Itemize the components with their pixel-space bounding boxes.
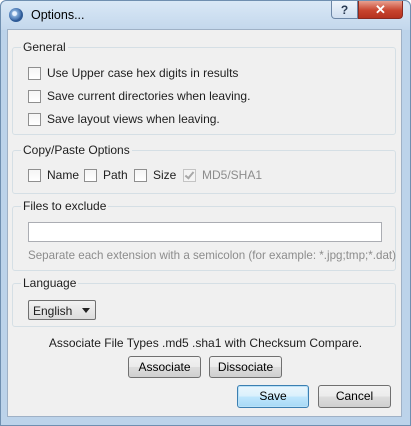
uppercase-hex-checkbox[interactable] bbox=[28, 66, 41, 80]
save-directories-checkbox[interactable] bbox=[28, 89, 41, 103]
copy-md5-checkbox bbox=[183, 168, 196, 182]
save-directories-option[interactable]: Save current directories when leaving. bbox=[28, 88, 250, 104]
exclude-group-label: Files to exclude bbox=[21, 199, 109, 213]
copy-md5-option: MD5/SHA1 bbox=[183, 167, 262, 183]
copy-path-label: Path bbox=[103, 168, 128, 182]
copy-size-label: Size bbox=[153, 168, 177, 182]
uppercase-hex-label: Use Upper case hex digits in results bbox=[47, 66, 239, 80]
associate-button[interactable]: Associate bbox=[128, 356, 201, 378]
exclude-hint: Separate each extension with a semicolon… bbox=[28, 249, 396, 262]
copy-name-label: Name bbox=[47, 168, 80, 182]
chevron-down-icon bbox=[82, 308, 90, 313]
cancel-button[interactable]: Cancel bbox=[318, 385, 391, 408]
language-group-label: Language bbox=[21, 276, 79, 290]
save-layout-checkbox[interactable] bbox=[28, 112, 41, 126]
copy-paste-group-label: Copy/Paste Options bbox=[21, 143, 132, 157]
title-bar[interactable]: Options... ? ✕ bbox=[1, 1, 410, 30]
save-layout-label: Save layout views when leaving. bbox=[47, 112, 220, 126]
close-button[interactable]: ✕ bbox=[358, 1, 403, 19]
language-selected-value: English bbox=[33, 304, 73, 318]
dissociate-button[interactable]: Dissociate bbox=[209, 356, 282, 378]
save-button[interactable]: Save bbox=[237, 385, 309, 408]
uppercase-hex-option[interactable]: Use Upper case hex digits in results bbox=[28, 65, 238, 81]
save-directories-label: Save current directories when leaving. bbox=[47, 89, 251, 103]
save-layout-option[interactable]: Save layout views when leaving. bbox=[28, 111, 220, 127]
help-button[interactable]: ? bbox=[331, 1, 358, 19]
close-icon: ✕ bbox=[375, 2, 386, 17]
copy-path-checkbox[interactable] bbox=[84, 168, 97, 182]
general-group-label: General bbox=[21, 40, 68, 54]
copy-path-option[interactable]: Path bbox=[84, 167, 128, 183]
association-text: Associate File Types .md5 .sha1 with Che… bbox=[48, 336, 363, 350]
copy-size-option[interactable]: Size bbox=[134, 167, 176, 183]
copy-name-checkbox[interactable] bbox=[28, 168, 41, 182]
language-select[interactable]: English bbox=[28, 300, 96, 320]
copy-name-option[interactable]: Name bbox=[28, 167, 79, 183]
window-title: Options... bbox=[31, 8, 85, 22]
exclude-input[interactable] bbox=[28, 222, 382, 242]
copy-md5-label: MD5/SHA1 bbox=[202, 168, 263, 182]
app-icon bbox=[9, 8, 23, 22]
copy-size-checkbox[interactable] bbox=[134, 168, 147, 182]
